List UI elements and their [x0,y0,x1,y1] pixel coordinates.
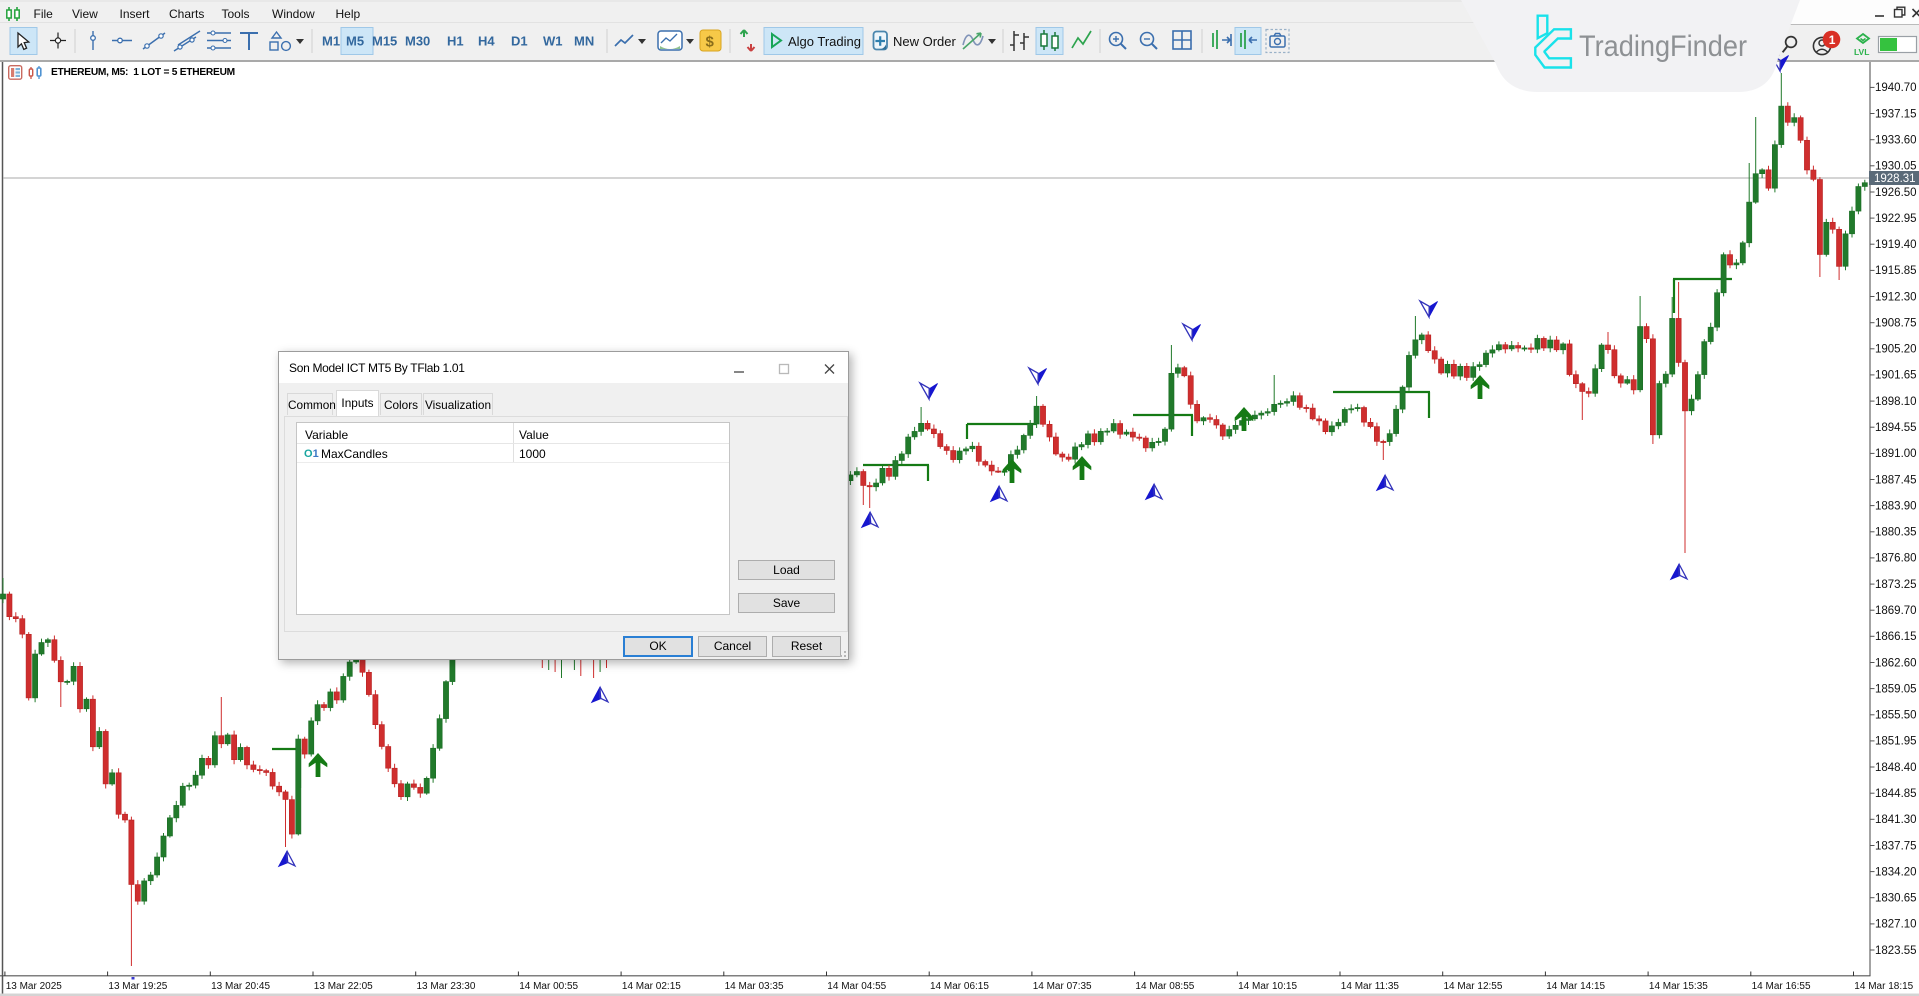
svg-text:1915.85: 1915.85 [1875,265,1917,277]
svg-text:1908.75: 1908.75 [1875,318,1917,330]
svg-text:13 Mar 2025: 13 Mar 2025 [6,981,63,992]
svg-text:1928.31: 1928.31 [1874,173,1916,185]
svg-text:1827.10: 1827.10 [1875,919,1917,931]
svg-text:14 Mar 03:35: 14 Mar 03:35 [725,981,784,992]
svg-text:14 Mar 06:15: 14 Mar 06:15 [930,981,989,992]
svg-text:1859.05: 1859.05 [1875,683,1917,695]
svg-text:1912.30: 1912.30 [1875,291,1917,303]
svg-text:1926.50: 1926.50 [1875,187,1917,199]
svg-text:14 Mar 10:15: 14 Mar 10:15 [1238,981,1297,992]
svg-text:13 Mar 23:30: 13 Mar 23:30 [417,981,476,992]
svg-text:1844.85: 1844.85 [1875,788,1917,800]
svg-text:1937.15: 1937.15 [1875,108,1917,120]
svg-text:14 Mar 18:15: 14 Mar 18:15 [1854,981,1913,992]
svg-text:14 Mar 08:55: 14 Mar 08:55 [1135,981,1194,992]
svg-text:1848.40: 1848.40 [1875,762,1917,774]
svg-text:1834.20: 1834.20 [1875,866,1917,878]
svg-text:1855.50: 1855.50 [1875,710,1917,722]
svg-text:14 Mar 07:35: 14 Mar 07:35 [1033,981,1092,992]
svg-text:1837.75: 1837.75 [1875,840,1917,852]
svg-text:1880.35: 1880.35 [1875,527,1917,539]
svg-text:1830.65: 1830.65 [1875,893,1917,905]
svg-text:1876.80: 1876.80 [1875,553,1917,565]
svg-text:1873.25: 1873.25 [1875,579,1917,591]
svg-text:14 Mar 15:35: 14 Mar 15:35 [1649,981,1708,992]
svg-text:1862.60: 1862.60 [1875,657,1917,669]
svg-text:LVL: LVL [1854,47,1869,57]
svg-text:1919.40: 1919.40 [1875,239,1917,251]
svg-text:14 Mar 16:55: 14 Mar 16:55 [1752,981,1811,992]
svg-text:14 Mar 11:35: 14 Mar 11:35 [1341,981,1400,992]
svg-text:1887.45: 1887.45 [1875,474,1917,486]
svg-text:14 Mar 04:55: 14 Mar 04:55 [827,981,886,992]
svg-text:1905.20: 1905.20 [1875,344,1917,356]
svg-text:14 Mar 02:15: 14 Mar 02:15 [622,981,681,992]
svg-text:1891.00: 1891.00 [1875,448,1917,460]
svg-text:1: 1 [1829,33,1836,47]
svg-text:1933.60: 1933.60 [1875,135,1917,147]
svg-text:1922.95: 1922.95 [1875,213,1917,225]
svg-text:1894.55: 1894.55 [1875,422,1917,434]
svg-text:14 Mar 14:15: 14 Mar 14:15 [1546,981,1605,992]
svg-text:1930.05: 1930.05 [1875,161,1917,173]
svg-text:1940.70: 1940.70 [1875,82,1917,94]
svg-text:13 Mar 22:05: 13 Mar 22:05 [314,981,373,992]
svg-text:1898.10: 1898.10 [1875,396,1917,408]
svg-text:1841.30: 1841.30 [1875,814,1917,826]
svg-text:1883.90: 1883.90 [1875,500,1917,512]
svg-text:13 Mar 20:45: 13 Mar 20:45 [211,981,270,992]
svg-text:1866.15: 1866.15 [1875,631,1917,643]
svg-text:1823.55: 1823.55 [1875,945,1917,957]
svg-text:14 Mar 00:55: 14 Mar 00:55 [519,981,578,992]
svg-text:1869.70: 1869.70 [1875,605,1917,617]
svg-text:TradingFinder: TradingFinder [1579,30,1747,63]
svg-text:1901.65: 1901.65 [1875,370,1917,382]
svg-text:14 Mar 12:55: 14 Mar 12:55 [1444,981,1503,992]
svg-text:13 Mar 19:25: 13 Mar 19:25 [108,981,167,992]
svg-text:1851.95: 1851.95 [1875,736,1917,748]
